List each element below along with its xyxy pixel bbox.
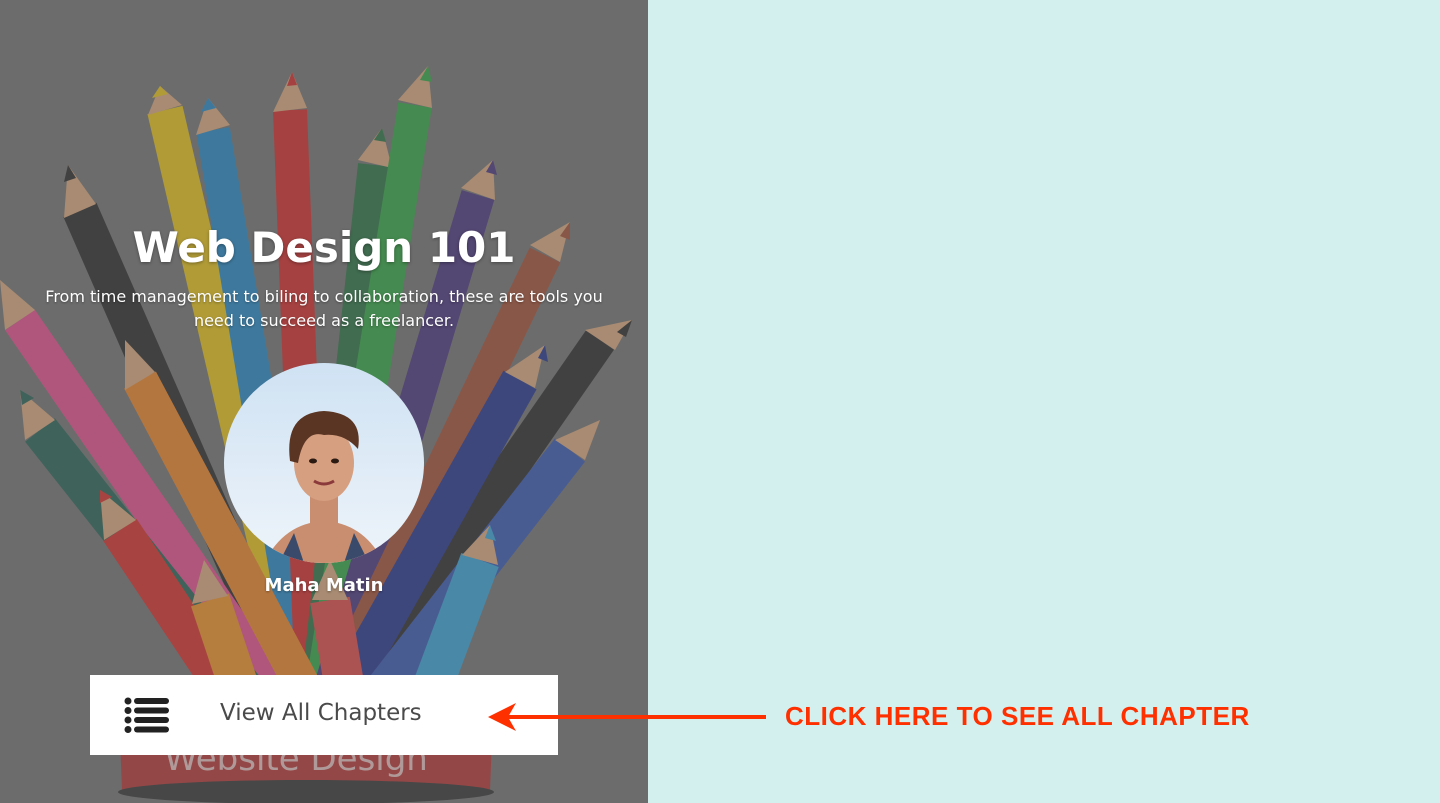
annotation-callout: CLICK HERE TO SEE ALL CHAPTER — [785, 701, 1250, 731]
course-cover: Website Design Web Design 101 From time … — [0, 0, 648, 803]
view-all-chapters-label: View All Chapters — [220, 700, 422, 726]
course-title: Web Design 101 — [132, 223, 516, 272]
course-subtitle: From time management to biling to collab… — [45, 287, 603, 330]
author-avatar — [224, 363, 424, 563]
author-name: Maha Matin — [264, 575, 384, 596]
list-icon — [124, 697, 169, 733]
annotation-arrow — [488, 703, 766, 731]
